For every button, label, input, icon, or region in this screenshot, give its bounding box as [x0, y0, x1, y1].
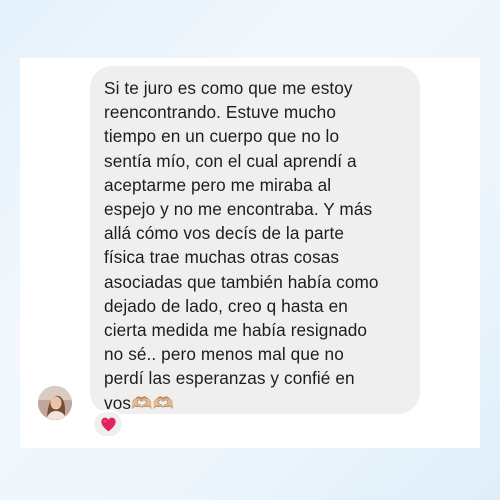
red-heart-icon: [100, 417, 116, 431]
sender-avatar[interactable]: [38, 386, 72, 420]
message-bubble[interactable]: Si te juro es como que me estoy reencont…: [90, 66, 420, 414]
message-text: Si te juro es como que me estoy reencont…: [104, 78, 379, 413]
reaction-badge[interactable]: [92, 410, 124, 438]
avatar-photo-icon: [38, 386, 72, 420]
